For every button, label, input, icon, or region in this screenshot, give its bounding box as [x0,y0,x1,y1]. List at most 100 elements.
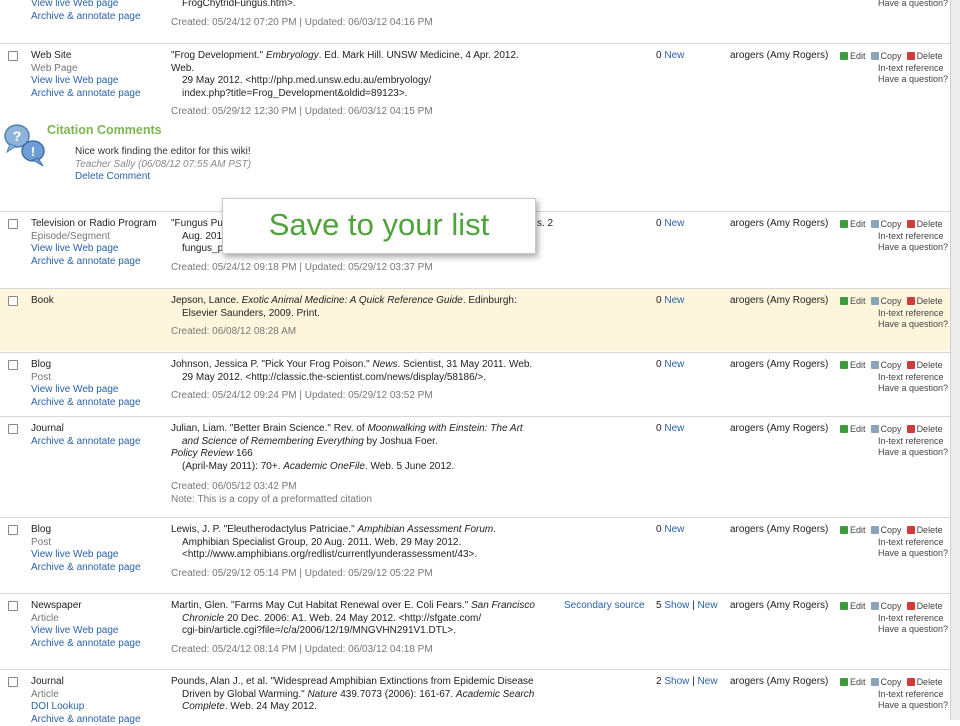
copy-button[interactable]: Copy [870,525,902,535]
scrollbar-track[interactable] [951,0,960,720]
in-text-reference-link[interactable]: In-text reference [840,436,950,448]
delete-icon [906,220,915,228]
new-link[interactable]: New [664,359,684,370]
edit-icon [840,297,848,305]
new-link[interactable]: New [664,524,684,535]
view-live-link[interactable]: View live Web page [31,549,118,560]
row-checkbox[interactable] [8,296,18,306]
citation-line: (April-May 2011): 70+. Academic OneFile.… [182,460,455,472]
edit-button[interactable]: Edit [840,51,866,61]
copy-icon [870,297,879,305]
source-type: Television or Radio Program [31,218,157,229]
view-live-link[interactable]: View live Web page [31,0,118,9]
copy-button[interactable]: Copy [870,296,902,306]
source-subtype: Post [31,371,52,383]
new-link[interactable]: New [664,218,684,229]
row-checkbox[interactable] [8,525,18,535]
archive-link[interactable]: Archive & annotate page [31,256,141,267]
delete-button[interactable]: Delete [906,51,943,61]
archive-link[interactable]: Archive & annotate page [31,714,141,725]
delete-button[interactable]: Delete [906,219,943,229]
source-type: Web Site [31,50,72,61]
edit-button[interactable]: Edit [840,601,866,611]
owner: arogers (Amy Rogers) [730,50,829,61]
edit-button[interactable]: Edit [840,219,866,229]
copy-button[interactable]: Copy [870,360,902,370]
archive-link[interactable]: Archive & annotate page [31,436,141,447]
copy-button[interactable]: Copy [870,219,902,229]
row-checkbox[interactable] [8,677,18,687]
created-meta: Created: 05/29/12 12:30 PM | Updated: 06… [171,106,433,117]
row-checkbox[interactable] [8,219,18,229]
archive-link[interactable]: Archive & annotate page [31,638,141,649]
citation-line: Policy Review 166 [171,448,253,459]
edit-button[interactable]: Edit [840,424,866,434]
question-link[interactable]: Have a question? [840,548,950,560]
copy-button[interactable]: Copy [870,51,902,61]
view-live-link[interactable]: View live Web page [31,243,118,254]
question-link[interactable]: Have a question? [840,624,950,636]
question-link[interactable]: Have a question? [840,319,950,331]
question-link[interactable]: Have a question? [840,74,950,86]
view-live-link[interactable]: View live Web page [31,384,118,395]
in-text-reference-link[interactable]: In-text reference [840,689,950,701]
table-row: Journal Article DOI Lookup Archive & ann… [0,669,950,725]
edit-button[interactable]: Edit [840,677,866,687]
row-checkbox[interactable] [8,51,18,61]
delete-button[interactable]: Delete [906,296,943,306]
row-checkbox[interactable] [8,424,18,434]
archive-link[interactable]: Archive & annotate page [31,11,141,22]
citation-line: index.php?title=Frog_Development&oldid=8… [182,87,408,99]
delete-button[interactable]: Delete [906,601,943,611]
edit-button[interactable]: Edit [840,296,866,306]
new-link[interactable]: New [664,423,684,434]
archive-link[interactable]: Archive & annotate page [31,562,141,573]
copy-button[interactable]: Copy [870,601,902,611]
row-checkbox[interactable] [8,601,18,611]
question-link[interactable]: Have a question? [840,0,950,10]
created-meta: Created: 06/08/12 08:28 AM [171,326,297,337]
question-link[interactable]: Have a question? [840,383,950,395]
new-link[interactable]: New [664,295,684,306]
question-link[interactable]: Have a question? [840,242,950,254]
edit-icon [840,526,848,534]
in-text-reference-link[interactable]: In-text reference [840,613,950,625]
new-link[interactable]: New [698,600,718,611]
edit-button[interactable]: Edit [840,360,866,370]
copy-button[interactable]: Copy [870,677,902,687]
delete-comment-link[interactable]: Delete Comment [75,171,150,182]
created-meta: Created: 05/29/12 05:14 PM | Updated: 05… [171,567,433,579]
copy-button[interactable]: Copy [870,424,902,434]
in-text-reference-link[interactable]: In-text reference [840,308,950,320]
question-link[interactable]: Have a question? [840,700,950,712]
archive-link[interactable]: Archive & annotate page [31,88,141,99]
row-checkbox[interactable] [8,360,18,370]
delete-button[interactable]: Delete [906,677,943,687]
edit-icon [840,678,848,686]
citation-line: Elsevier Saunders, 2009. Print. [182,307,320,319]
edit-button[interactable]: Edit [840,525,866,535]
in-text-reference-link[interactable]: In-text reference [840,537,950,549]
citation-line: Jepson, Lance. Exotic Animal Medicine: A… [171,295,517,306]
view-live-link[interactable]: View live Web page [31,75,118,86]
new-link[interactable]: New [664,50,684,61]
new-link[interactable]: New [698,676,718,687]
view-live-link[interactable]: View live Web page [31,625,118,636]
source-subtype: Web Page [31,62,78,74]
delete-icon [906,52,915,60]
owner: arogers (Amy Rogers) [730,359,829,370]
in-text-reference-link[interactable]: In-text reference [840,63,950,75]
secondary-source-link[interactable]: Secondary source [564,600,645,611]
archive-link[interactable]: Archive & annotate page [31,397,141,408]
delete-button[interactable]: Delete [906,360,943,370]
citation-line: Driven by Global Warming." Nature 439.70… [182,688,535,700]
copy-icon [870,602,879,610]
delete-button[interactable]: Delete [906,424,943,434]
show-link[interactable]: Show [664,676,689,687]
doi-lookup-link[interactable]: DOI Lookup [31,701,84,712]
delete-button[interactable]: Delete [906,525,943,535]
show-link[interactable]: Show [664,600,689,611]
question-link[interactable]: Have a question? [840,447,950,459]
in-text-reference-link[interactable]: In-text reference [840,372,950,384]
in-text-reference-link[interactable]: In-text reference [840,231,950,243]
